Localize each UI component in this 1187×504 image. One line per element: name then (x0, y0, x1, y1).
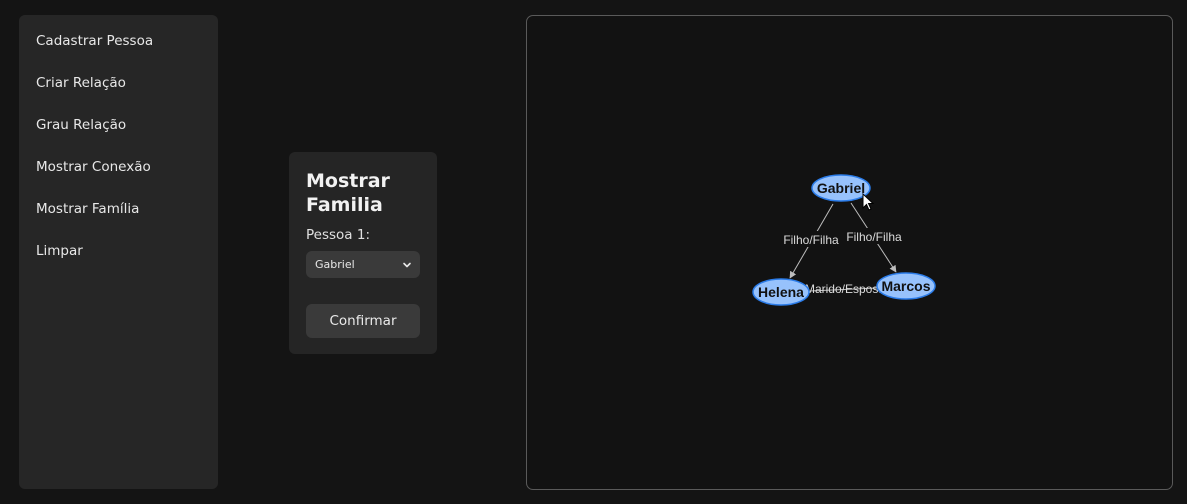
edge-label-gabriel-helena: Filho/Filha (783, 233, 839, 247)
edge-label-helena-marcos: Marido/Esposa (805, 282, 885, 296)
sidebar-item-cadastrar-pessoa[interactable]: Cadastrar Pessoa (19, 29, 218, 71)
sidebar-item-criar-relacao[interactable]: Criar Relação (19, 71, 218, 113)
sidebar-item-mostrar-conexao[interactable]: Mostrar Conexão (19, 155, 218, 197)
sidebar-item-limpar[interactable]: Limpar (19, 239, 218, 281)
sidebar-item-grau-relacao[interactable]: Grau Relação (19, 113, 218, 155)
chevron-down-icon (403, 262, 411, 267)
form-title: Mostrar Familia (306, 170, 390, 216)
graph-canvas[interactable]: Filho/Filha Filho/Filha Marido/Esposa Ga… (526, 15, 1173, 490)
node-label-marcos: Marcos (881, 278, 930, 294)
person-select-value: Gabriel (315, 258, 355, 271)
mouse-cursor-icon (862, 192, 875, 211)
node-gabriel[interactable]: Gabriel (811, 174, 871, 202)
family-graph[interactable]: Filho/Filha Filho/Filha Marido/Esposa Ga… (527, 16, 1174, 491)
node-label-gabriel: Gabriel (817, 180, 865, 196)
person-select[interactable]: Gabriel (306, 251, 420, 278)
node-marcos[interactable]: Marcos (876, 272, 936, 300)
sidebar: Cadastrar Pessoa Criar Relação Grau Rela… (19, 15, 218, 489)
person-label: Pessoa 1: (306, 227, 370, 243)
edge-label-gabriel-marcos: Filho/Filha (846, 230, 902, 244)
node-label-helena: Helena (758, 284, 804, 300)
sidebar-item-mostrar-familia[interactable]: Mostrar Família (19, 197, 218, 239)
confirm-button[interactable]: Confirmar (306, 304, 420, 338)
show-family-form: Mostrar Familia Pessoa 1: Gabriel Confir… (289, 152, 437, 354)
node-helena[interactable]: Helena (752, 278, 810, 306)
